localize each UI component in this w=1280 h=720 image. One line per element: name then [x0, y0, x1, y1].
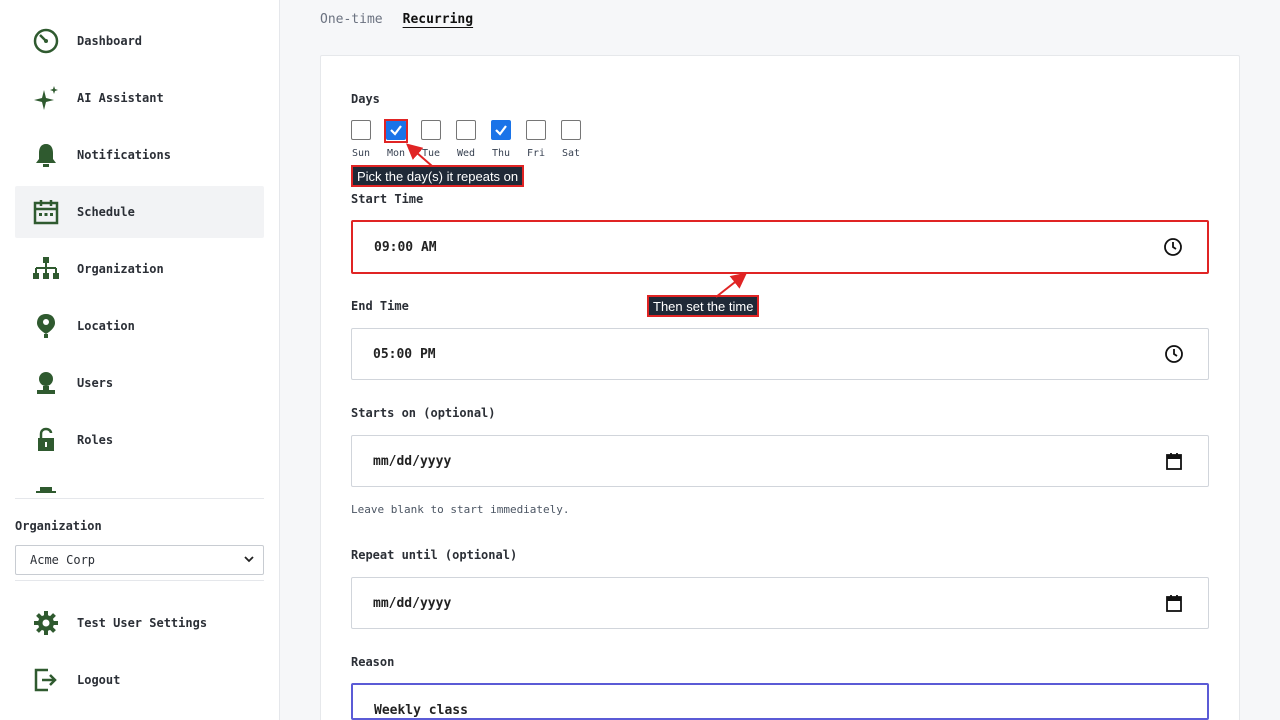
sidebar-item-users[interactable]: Users: [15, 357, 264, 409]
starts-on-helper-text: Leave blank to start immediately.: [351, 503, 570, 516]
sidebar: Dashboard AI Assistant Notifications Sch…: [0, 0, 280, 720]
calendar-icon[interactable]: [1164, 451, 1184, 471]
location-pin-icon: [30, 310, 62, 342]
sidebar-item-label: Users: [77, 376, 114, 390]
sidebar-item-label: Schedule: [77, 205, 135, 219]
sidebar-item-schedule[interactable]: Schedule: [15, 186, 264, 238]
repeat-until-placeholder: mm/dd/yyyy: [373, 595, 452, 611]
day-sun: Sun: [351, 120, 386, 159]
sidebar-item-settings[interactable]: Test User Settings: [15, 597, 264, 649]
organization-label: Organization: [15, 519, 102, 533]
repeat-until-input[interactable]: mm/dd/yyyy: [351, 577, 1209, 629]
calendar-icon[interactable]: [1164, 593, 1184, 613]
sidebar-item-ai-assistant[interactable]: AI Assistant: [15, 72, 264, 124]
sidebar-item-dashboard[interactable]: Dashboard: [15, 15, 264, 67]
sidebar-item-label: Dashboard: [77, 34, 143, 48]
sidebar-divider: [15, 580, 264, 581]
sidebar-item-label: Notifications: [77, 148, 171, 162]
organization-select-value: Acme Corp: [30, 553, 96, 567]
day-checkbox-thu[interactable]: [491, 120, 511, 140]
repeat-until-label: Repeat until (optional): [351, 548, 518, 562]
annotation-days-hint: Pick the day(s) it repeats on: [351, 165, 525, 187]
sidebar-item-more[interactable]: [15, 471, 264, 493]
day-sat: Sat: [561, 120, 596, 159]
lock-icon: [30, 424, 62, 456]
sidebar-bottom-nav: Test User Settings Logout: [15, 597, 264, 711]
starts-on-placeholder: mm/dd/yyyy: [373, 453, 452, 469]
start-time-input[interactable]: 09:00 AM: [351, 220, 1209, 274]
starts-on-input[interactable]: mm/dd/yyyy: [351, 435, 1209, 487]
calendar-icon: [30, 196, 62, 228]
day-thu: Thu: [491, 120, 526, 159]
sidebar-item-label: Organization: [77, 262, 164, 276]
logout-icon: [30, 664, 62, 696]
sidebar-item-notifications[interactable]: Notifications: [15, 129, 264, 181]
start-time-value: 09:00 AM: [374, 239, 437, 255]
tab-one-time[interactable]: One-time: [320, 12, 383, 27]
dashboard-icon: [30, 25, 62, 57]
tab-recurring[interactable]: Recurring: [403, 12, 473, 27]
clock-icon[interactable]: [1164, 344, 1184, 364]
day-label: Sat: [561, 148, 581, 159]
user-icon: [30, 367, 62, 399]
org-chart-icon: [30, 253, 62, 285]
day-checkbox-sun[interactable]: [351, 120, 371, 140]
day-fri: Fri: [526, 120, 561, 159]
start-time-label: Start Time: [351, 192, 424, 206]
day-checkbox-fri[interactable]: [526, 120, 546, 140]
check-icon: [495, 125, 507, 136]
annotation-time-hint: Then set the time: [647, 295, 760, 317]
sidebar-item-roles[interactable]: Roles: [15, 414, 264, 466]
clock-icon[interactable]: [1163, 237, 1183, 257]
reason-textarea[interactable]: Weekly class: [351, 683, 1209, 720]
day-checkbox-wed[interactable]: [456, 120, 476, 140]
annotation-highlight-mon: [384, 119, 408, 143]
sparkle-icon: [30, 82, 62, 114]
reason-label: Reason: [351, 655, 395, 669]
day-label: Tue: [421, 148, 441, 159]
reason-value: Weekly class: [374, 703, 468, 718]
end-time-input[interactable]: 05:00 PM: [351, 328, 1209, 380]
sidebar-item-label: Logout: [77, 673, 121, 687]
day-checkbox-tue[interactable]: [421, 120, 441, 140]
day-label: Wed: [456, 148, 476, 159]
organization-select[interactable]: Acme Corp: [15, 545, 264, 575]
end-time-value: 05:00 PM: [373, 346, 436, 362]
sidebar-item-label: Roles: [77, 433, 114, 447]
day-label: Fri: [526, 148, 546, 159]
sidebar-nav: Dashboard AI Assistant Notifications Sch…: [15, 15, 264, 493]
days-label: Days: [351, 92, 380, 106]
day-label: Sun: [351, 148, 371, 159]
chevron-down-icon: [243, 553, 255, 568]
end-time-label: End Time: [351, 299, 409, 313]
day-label: Mon: [386, 148, 406, 159]
sidebar-item-label: AI Assistant: [77, 91, 164, 105]
sidebar-item-logout[interactable]: Logout: [15, 654, 264, 706]
schedule-type-tabs: One-time Recurring: [320, 12, 473, 27]
day-checkbox-sat[interactable]: [561, 120, 581, 140]
bell-icon: [30, 139, 62, 171]
starts-on-label: Starts on (optional): [351, 406, 496, 420]
sidebar-item-label: Location: [77, 319, 135, 333]
sidebar-item-location[interactable]: Location: [15, 300, 264, 352]
gear-icon: [30, 607, 62, 639]
day-label: Thu: [491, 148, 511, 159]
sidebar-item-label: Test User Settings: [77, 616, 208, 630]
sidebar-item-organization[interactable]: Organization: [15, 243, 264, 295]
partial-item-icon: [30, 481, 62, 493]
sidebar-divider: [15, 498, 264, 499]
day-wed: Wed: [456, 120, 491, 159]
day-tue: Tue: [421, 120, 456, 159]
